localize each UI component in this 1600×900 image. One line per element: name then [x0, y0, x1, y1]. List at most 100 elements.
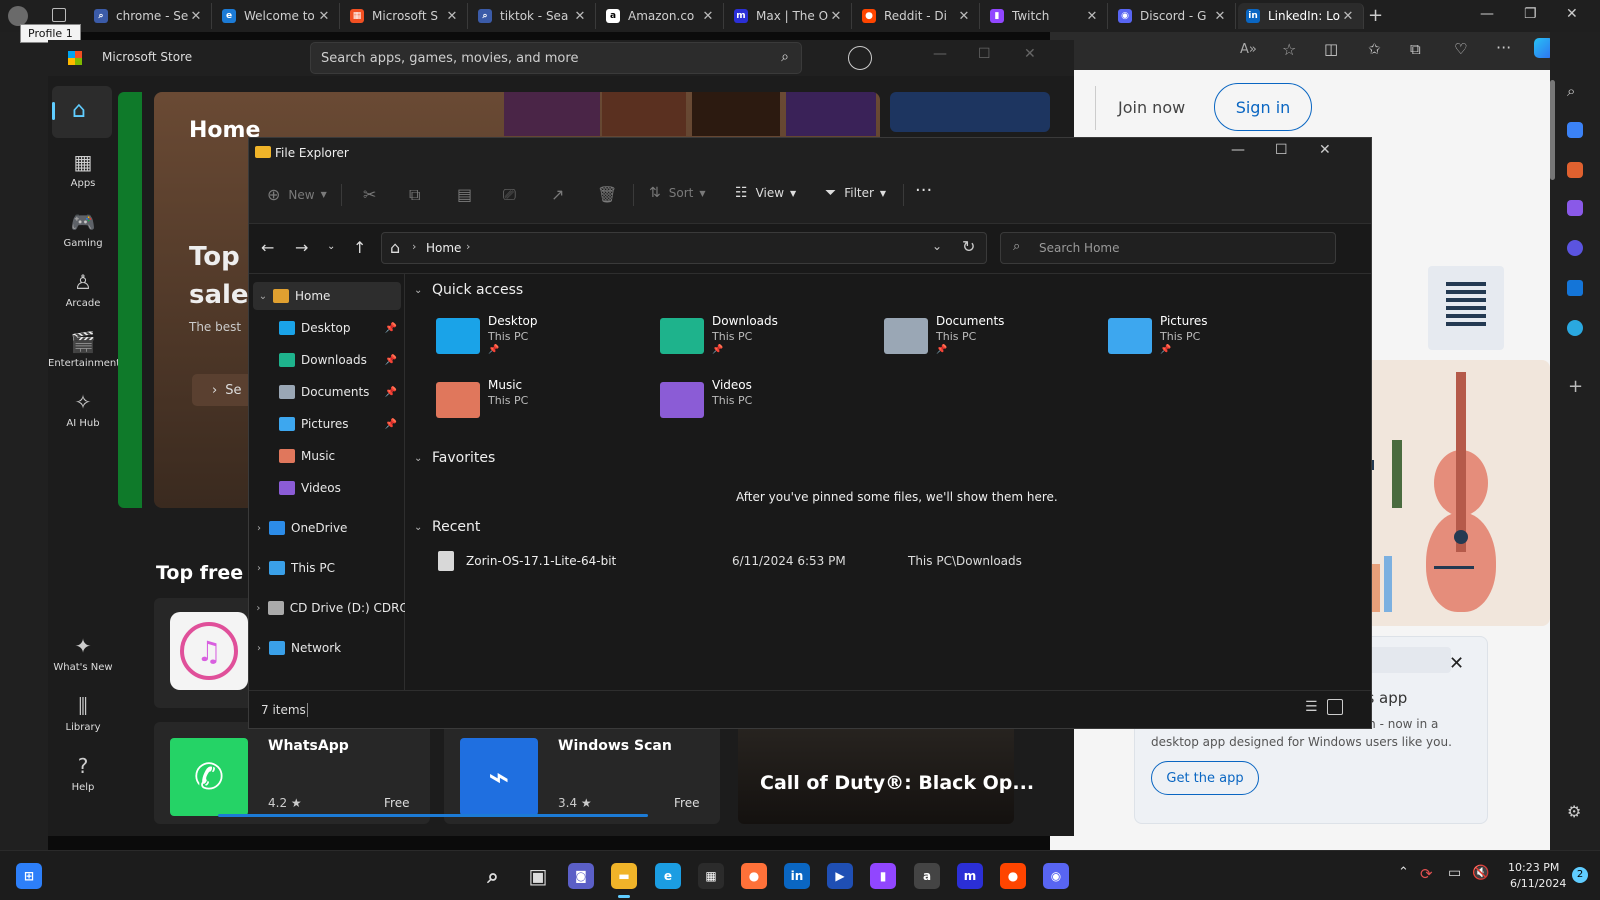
tab-close-icon[interactable]: ✕	[317, 9, 331, 24]
volume-icon[interactable]: 🔇	[1472, 865, 1489, 881]
sidebar-copilot-icon[interactable]	[1567, 240, 1583, 256]
tab-close-icon[interactable]: ✕	[1213, 9, 1227, 24]
tab-close-icon[interactable]: ✕	[189, 9, 203, 24]
pin-icon[interactable]: 📌	[385, 355, 397, 366]
browser-tab[interactable]: ⌕ tiktok - Sea ✕	[470, 3, 596, 29]
browser-tab[interactable]: ◉ Discord - G ✕	[1110, 3, 1236, 29]
popup-close-icon[interactable]: ✕	[1449, 653, 1464, 674]
store-minimize-button[interactable]: —	[933, 46, 947, 62]
fx-close-button[interactable]: ✕	[1319, 142, 1331, 158]
delete-icon[interactable]: 🗑	[597, 185, 617, 204]
store-nav-library[interactable]: ⫼ Library	[48, 694, 118, 733]
performance-icon[interactable]: ♡	[1454, 40, 1467, 58]
address-bar[interactable]: ⌂ › Home › ⌄ ↻	[381, 232, 987, 264]
nav-downloads[interactable]: Downloads 📌	[249, 346, 405, 374]
up-arrow-icon[interactable]: ↑	[353, 238, 366, 257]
tab-close-icon[interactable]: ✕	[573, 9, 587, 24]
address-home[interactable]: Home	[426, 241, 461, 255]
taskbar-twitch-icon[interactable]: ▮	[870, 863, 896, 889]
chevron-right-icon[interactable]: ›	[249, 603, 268, 614]
settings-more-icon[interactable]: ···	[1496, 38, 1511, 57]
sidebar-shopping-icon[interactable]	[1567, 122, 1583, 138]
store-nav-gamepad[interactable]: 🎮 Gaming	[48, 210, 118, 249]
chevron-right-icon[interactable]: ›	[249, 523, 269, 534]
nav-desktop[interactable]: Desktop 📌	[249, 314, 405, 342]
quick-access-item[interactable]: Pictures This PC 📌	[1108, 314, 1308, 370]
browser-tab[interactable]: m Max | The O ✕	[726, 3, 852, 29]
taskbar-search-icon[interactable]: ⌕	[480, 863, 506, 889]
sidebar-telegram-icon[interactable]	[1567, 320, 1583, 336]
fx-minimize-button[interactable]: —	[1231, 142, 1245, 158]
recent-locations-chevron-icon[interactable]: ⌄	[327, 241, 335, 252]
taskbar-prime-video-icon[interactable]: ▶	[827, 863, 853, 889]
fx-maximize-button[interactable]: ☐	[1275, 142, 1288, 158]
store-nav-whats-new[interactable]: ✦ What's New	[48, 634, 118, 673]
itunes-card[interactable]: ♫	[154, 598, 254, 708]
tab-close-icon[interactable]: ✕	[445, 9, 459, 24]
nav-this-pc[interactable]: › This PC	[249, 554, 405, 582]
quick-access-header[interactable]: ⌄ Quick access	[414, 282, 523, 298]
nav-music[interactable]: Music	[249, 442, 405, 470]
taskbar-max-icon[interactable]: m	[957, 863, 983, 889]
nav-cd-drive[interactable]: › CD Drive (D:) CDROI	[249, 594, 405, 622]
app-card[interactable]: ✆ WhatsApp 4.2 ★ Free	[154, 722, 430, 824]
taskbar-linkedin-icon[interactable]: in	[784, 863, 810, 889]
taskbar-amazon-icon[interactable]: a	[914, 863, 940, 889]
promo-card[interactable]: Call of Duty®: Black Op...	[738, 714, 1034, 824]
sidebar-outlook-icon[interactable]	[1567, 280, 1583, 296]
split-screen-icon[interactable]: ◫	[1324, 40, 1338, 58]
forward-arrow-icon[interactable]: →	[295, 238, 308, 257]
browser-tab[interactable]: a Amazon.co ✕	[598, 3, 724, 29]
taskbar-teams-icon[interactable]: ◙	[568, 863, 594, 889]
nav-videos[interactable]: Videos	[249, 474, 405, 502]
read-aloud-icon[interactable]: A»	[1240, 42, 1257, 57]
pin-icon[interactable]: 📌	[385, 419, 397, 430]
tab-close-icon[interactable]: ✕	[1085, 9, 1099, 24]
store-nav-apps[interactable]: ▦ Apps	[48, 150, 118, 189]
copy-icon[interactable]: ⧉	[409, 185, 420, 205]
paste-icon[interactable]: ▤	[457, 185, 472, 204]
rename-icon[interactable]: ⎚	[503, 185, 516, 205]
address-chevron-down-icon[interactable]: ⌄	[932, 239, 942, 253]
tab-close-icon[interactable]: ✕	[957, 9, 971, 24]
store-close-button[interactable]: ✕	[1024, 46, 1036, 62]
nav-network[interactable]: › Network	[249, 634, 405, 662]
collections-icon[interactable]: ⧉	[1410, 40, 1421, 58]
taskbar-task-view-icon[interactable]: ▣	[525, 863, 551, 889]
store-scrollbar[interactable]	[218, 814, 648, 817]
network-icon[interactable]: ▭	[1448, 865, 1461, 881]
browser-tab[interactable]: ● Reddit - Di ✕	[854, 3, 980, 29]
view-button[interactable]: ☷ View ▼	[735, 185, 796, 201]
quick-access-item[interactable]: Music This PC	[436, 378, 636, 434]
store-maximize-button[interactable]: ☐	[978, 46, 991, 62]
sign-in-button[interactable]: Sign in	[1214, 83, 1312, 131]
store-account-icon[interactable]	[848, 46, 872, 70]
browser-tab[interactable]: ▦ Microsoft S ✕	[342, 3, 468, 29]
taskbar-edge-icon[interactable]: e	[655, 863, 681, 889]
store-search-icon[interactable]: ⌕	[781, 49, 789, 65]
nav-home[interactable]: ⌄ Home	[253, 282, 401, 310]
taskbar-firefox-icon[interactable]: ●	[741, 863, 767, 889]
recent-file-row[interactable]: Zorin-OS-17.1-Lite-64-bit 6/11/2024 6:53…	[438, 548, 1048, 574]
recent-header[interactable]: ⌄ Recent	[414, 519, 480, 535]
cut-icon[interactable]: ✂	[363, 185, 376, 204]
workspaces-icon[interactable]	[52, 8, 66, 22]
quick-access-item[interactable]: Documents This PC 📌	[884, 314, 1084, 370]
browser-minimize-button[interactable]: —	[1480, 6, 1494, 22]
sync-icon[interactable]: ⟳	[1420, 865, 1433, 883]
tiles-view-icon[interactable]	[1327, 699, 1343, 715]
pin-icon[interactable]: 📌	[385, 323, 397, 334]
nav-documents[interactable]: Documents 📌	[249, 378, 405, 406]
taskbar-file-explorer-icon[interactable]: ▬	[611, 863, 637, 898]
quick-access-item[interactable]: Videos This PC	[660, 378, 860, 434]
sidebar-search-icon[interactable]: ⌕	[1567, 82, 1575, 100]
new-tab-button[interactable]: +	[1368, 5, 1383, 26]
browser-tab[interactable]: ▮ Twitch ✕	[982, 3, 1108, 29]
app-card[interactable]: ⌁ Windows Scan 3.4 ★ Free	[444, 722, 720, 824]
browser-close-button[interactable]: ✕	[1566, 6, 1578, 22]
store-nav-home[interactable]: ⌂	[52, 86, 112, 138]
filter-button[interactable]: ⏷ Filter ▼	[825, 185, 886, 201]
store-nav-help[interactable]: ? Help	[48, 754, 118, 793]
favorites-icon[interactable]: ✩	[1368, 40, 1381, 58]
chevron-down-icon[interactable]: ⌄	[253, 291, 273, 302]
